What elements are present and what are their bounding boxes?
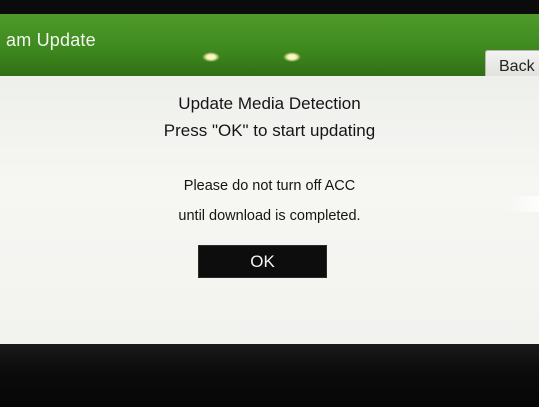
bottom-bezel [0, 344, 539, 407]
light-glare [202, 52, 220, 62]
screen-glint [505, 196, 539, 212]
screen-title: am Update [6, 30, 96, 50]
warning-text-line-1: Please do not turn off ACC [183, 178, 356, 194]
ok-button-label: OK [250, 252, 275, 271]
light-glare [283, 52, 301, 62]
ok-button[interactable]: OK [198, 245, 327, 278]
update-dialog: Update Media Detection Press "OK" to sta… [0, 76, 539, 344]
back-button-label: Back [499, 58, 535, 75]
dialog-title: Update Media Detection [178, 94, 361, 113]
header-bar: am Update Back [0, 14, 539, 84]
warning-text-line-2: until download is completed. [178, 208, 361, 224]
dialog-instruction: Press "OK" to start updating [163, 121, 376, 140]
head-unit-screen: am Update Back Update Media Detection Pr… [0, 0, 539, 407]
